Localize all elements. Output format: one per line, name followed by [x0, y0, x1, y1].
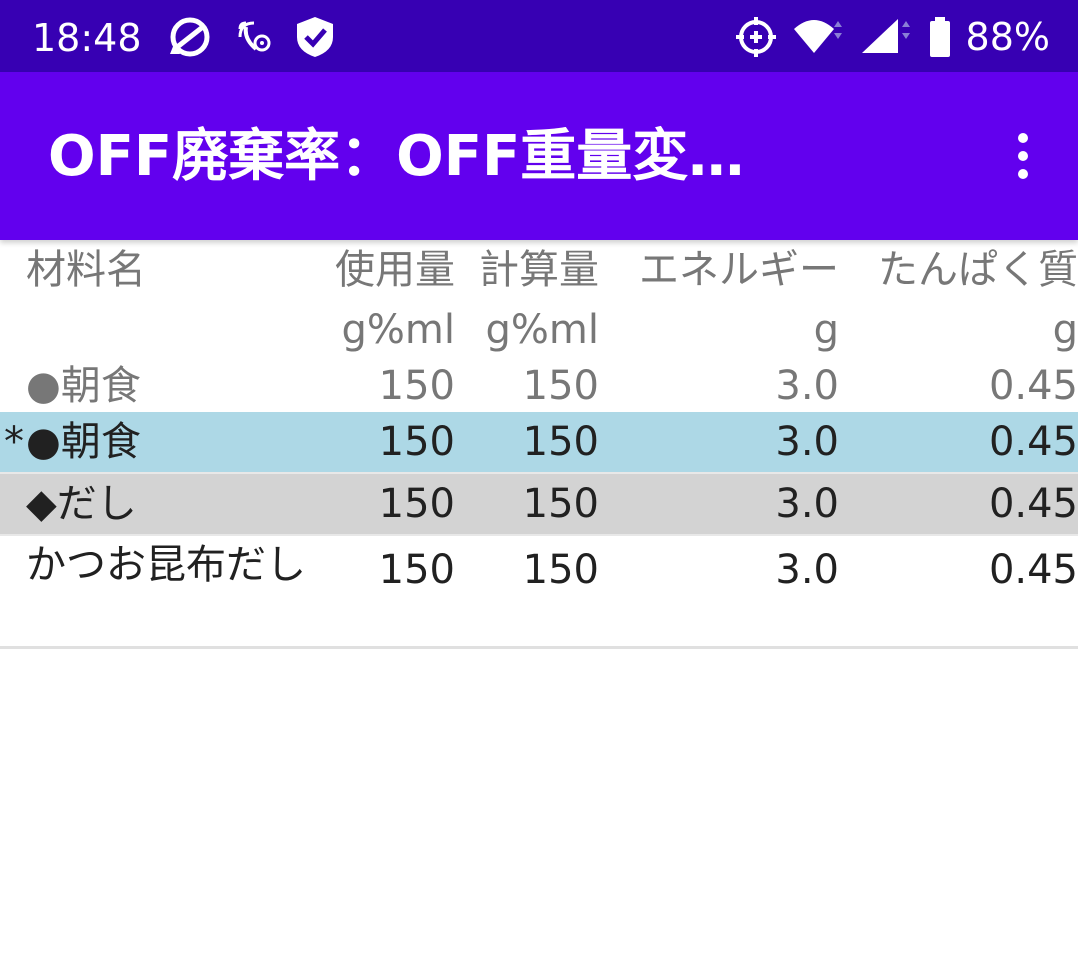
nfc-settings-icon	[236, 19, 272, 55]
row-protein: 0.45	[988, 481, 1078, 527]
battery-percent: 88%	[965, 15, 1050, 59]
cell-signal-icon	[860, 17, 914, 57]
wifi-icon	[792, 17, 846, 57]
row-name: ◆だし	[26, 481, 137, 527]
unit-calc: g%ml	[485, 307, 599, 353]
status-icons-right: 88%	[734, 14, 1050, 60]
sync-circle-icon	[166, 14, 214, 60]
table-units-row: g%ml g%ml g g	[0, 302, 1078, 358]
row-marker: *	[4, 419, 24, 465]
row-calc: 150	[522, 547, 599, 593]
column-header-calc[interactable]: 計算量	[455, 242, 599, 298]
row-protein: 0.45	[988, 547, 1078, 593]
row-energy: 3.0	[775, 547, 839, 593]
table-row[interactable]: かつお昆布だし 150 150 3.0 0.45	[0, 534, 1078, 649]
app-title: OFF廃棄率：OFF重量変…	[48, 124, 745, 189]
column-header-protein[interactable]: たんぱく質	[839, 242, 1078, 298]
row-use: 150	[378, 363, 455, 409]
unit-use: g%ml	[341, 307, 455, 353]
table-row[interactable]: ●朝食 150 150 3.0 0.45	[0, 358, 1078, 412]
table-header-row: 材料名 使用量 計算量 エネルギー たんぱく質	[0, 240, 1078, 302]
row-calc: 150	[522, 419, 599, 465]
shield-check-icon	[294, 15, 336, 59]
row-calc: 150	[522, 481, 599, 527]
table-row-group[interactable]: ◆だし 150 150 3.0 0.45	[0, 472, 1078, 534]
row-name: かつお昆布だし	[26, 542, 306, 588]
more-vert-icon[interactable]	[1008, 128, 1038, 188]
column-header-name[interactable]: 材料名	[26, 242, 310, 298]
status-time: 18:48	[32, 16, 142, 60]
row-energy: 3.0	[775, 481, 839, 527]
column-header-energy[interactable]: エネルギー	[599, 242, 839, 298]
row-use: 150	[378, 481, 455, 527]
location-target-icon	[734, 15, 778, 59]
row-protein: 0.45	[988, 363, 1078, 409]
status-bar: 18:48 88%	[0, 0, 1078, 72]
unit-energy: g	[813, 307, 839, 353]
status-icons-left	[166, 14, 336, 60]
row-protein: 0.45	[988, 419, 1078, 465]
table-row-selected[interactable]: * ●朝食 150 150 3.0 0.45	[0, 412, 1078, 472]
column-header-use[interactable]: 使用量	[310, 242, 455, 298]
unit-protein: g	[1052, 307, 1078, 353]
battery-icon	[928, 17, 952, 57]
row-use: 150	[378, 547, 455, 593]
row-name: ●朝食	[26, 363, 141, 409]
row-name: ●朝食	[26, 419, 141, 465]
row-calc: 150	[522, 363, 599, 409]
app-bar: OFF廃棄率：OFF重量変…	[0, 72, 1078, 240]
nutrition-table: 材料名 使用量 計算量 エネルギー たんぱく質 g%ml g%ml g g ●朝…	[0, 240, 1078, 649]
row-use: 150	[378, 419, 455, 465]
row-energy: 3.0	[775, 419, 839, 465]
row-energy: 3.0	[775, 363, 839, 409]
